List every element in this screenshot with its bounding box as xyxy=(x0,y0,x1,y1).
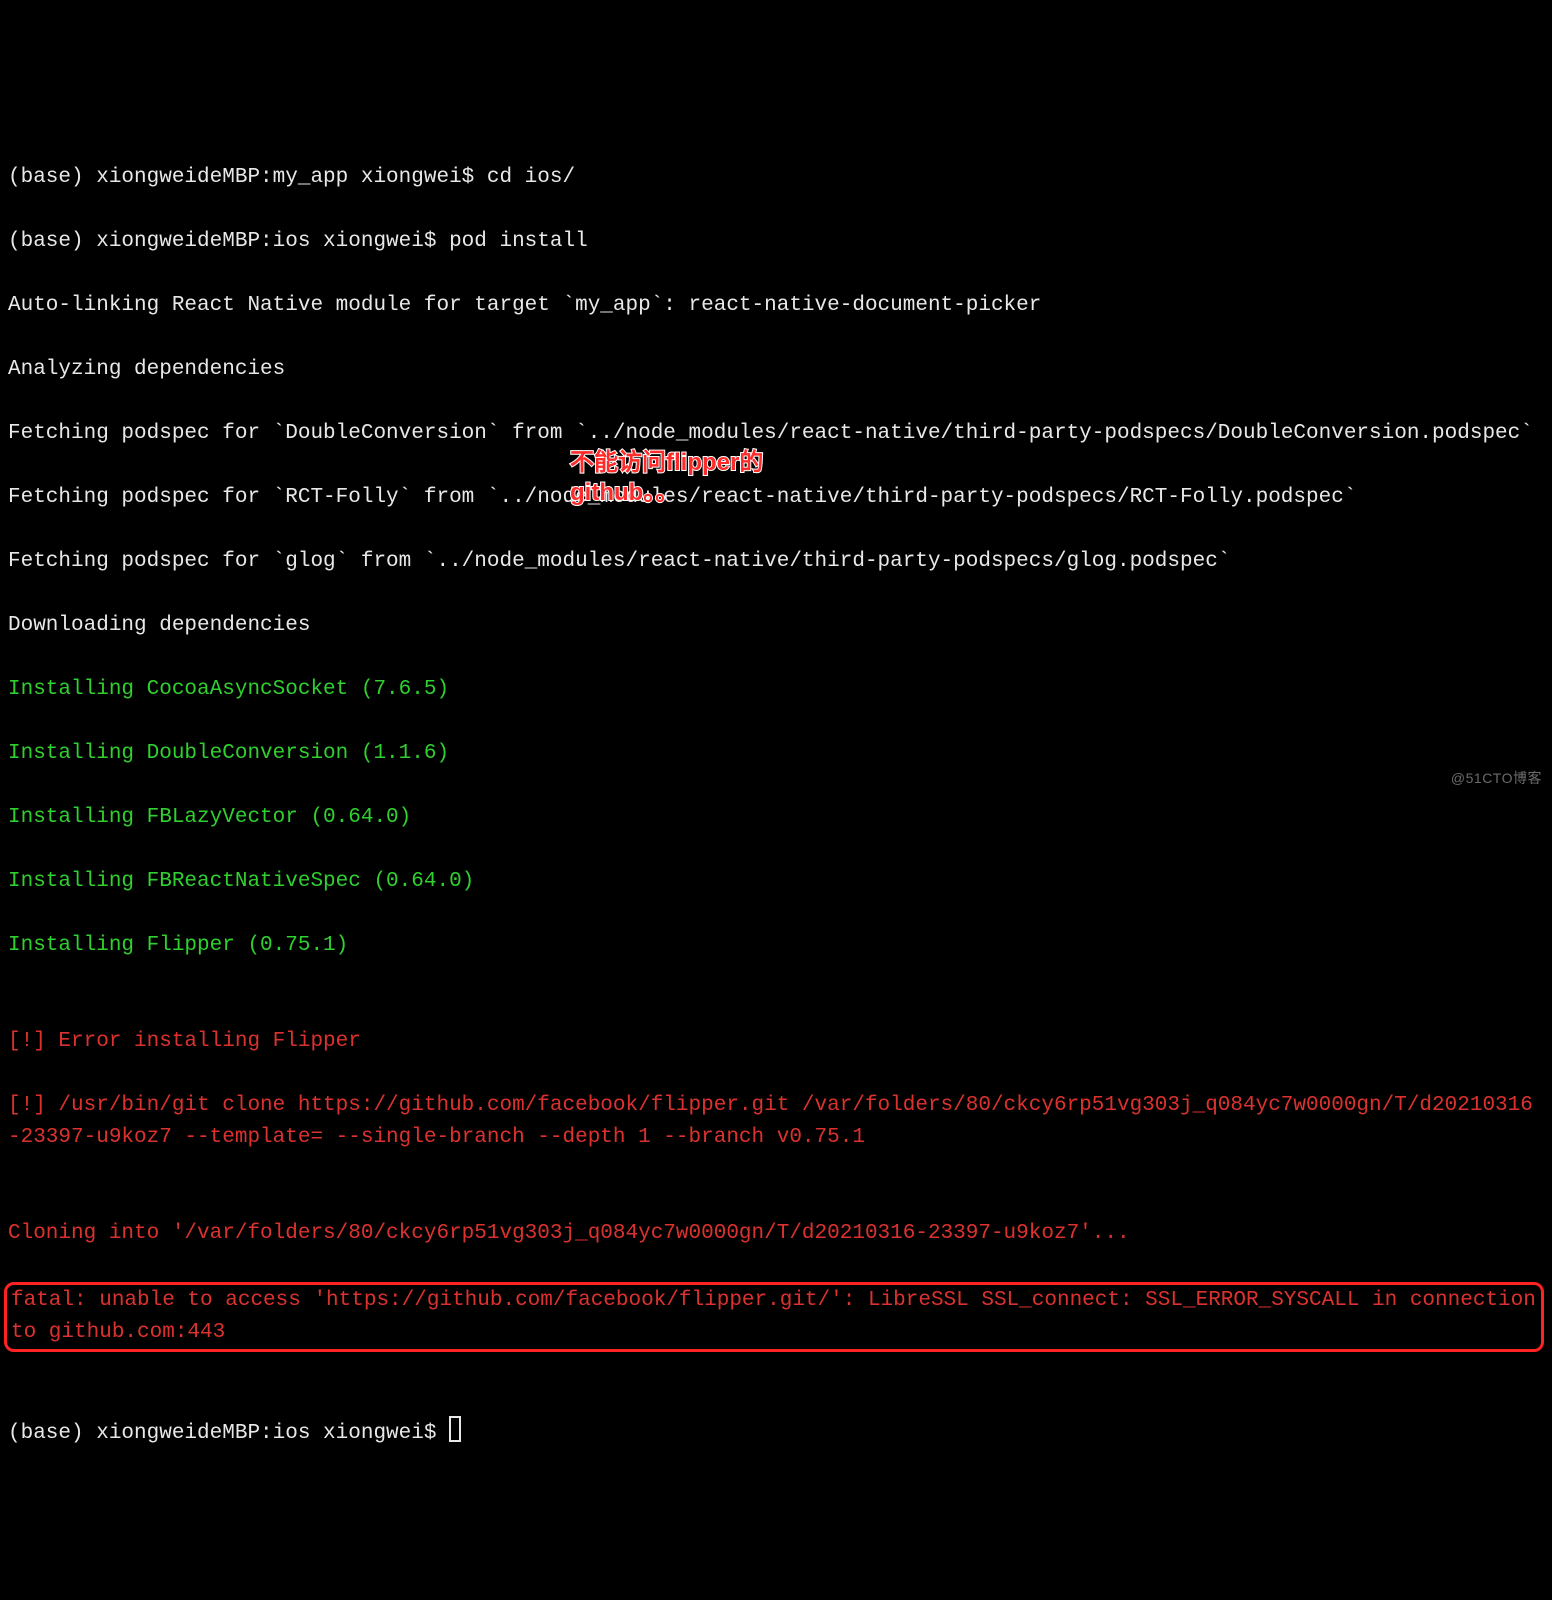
install-line: Installing CocoaAsyncSocket (7.6.5) xyxy=(8,674,1544,706)
error-line: Cloning into '/var/folders/80/ckcy6rp51v… xyxy=(8,1218,1544,1250)
watermark-text: @51CTO博客 xyxy=(1451,762,1542,794)
install-line: Installing DoubleConversion (1.1.6) xyxy=(8,738,1544,770)
install-line: Installing Flipper (0.75.1) xyxy=(8,930,1544,962)
annotation-text: 不能访问flipper的 xyxy=(570,448,763,478)
fatal-error-highlight-box: fatal: unable to access 'https://github.… xyxy=(4,1282,1544,1352)
shell-prompt[interactable]: (base) xiongweideMBP:ios xiongwei$ xyxy=(8,1422,461,1445)
install-line: Installing FBReactNativeSpec (0.64.0) xyxy=(8,866,1544,898)
terminal-line: (base) xiongweideMBP:my_app xiongwei$ cd… xyxy=(8,162,1544,194)
terminal-line: Downloading dependencies xyxy=(8,610,1544,642)
terminal-line: Fetching podspec for `DoubleConversion` … xyxy=(8,418,1544,450)
annotation-text: github。。 xyxy=(570,478,763,508)
fatal-error-line: fatal: unable to access 'https://github.… xyxy=(11,1285,1537,1349)
cursor-icon xyxy=(449,1416,461,1442)
terminal-line: Fetching podspec for `glog` from `../nod… xyxy=(8,546,1544,578)
terminal-line: Analyzing dependencies xyxy=(8,354,1544,386)
annotation-callout: 不能访问flipper的 github。。 xyxy=(570,448,763,508)
install-line: Installing FBLazyVector (0.64.0) xyxy=(8,802,1544,834)
error-line: [!] Error installing Flipper xyxy=(8,1026,1544,1058)
error-line: [!] /usr/bin/git clone https://github.co… xyxy=(8,1090,1544,1154)
terminal-line: Fetching podspec for `RCT-Folly` from `.… xyxy=(8,482,1544,514)
terminal-line: Auto-linking React Native module for tar… xyxy=(8,290,1544,322)
terminal-line: (base) xiongweideMBP:ios xiongwei$ pod i… xyxy=(8,226,1544,258)
